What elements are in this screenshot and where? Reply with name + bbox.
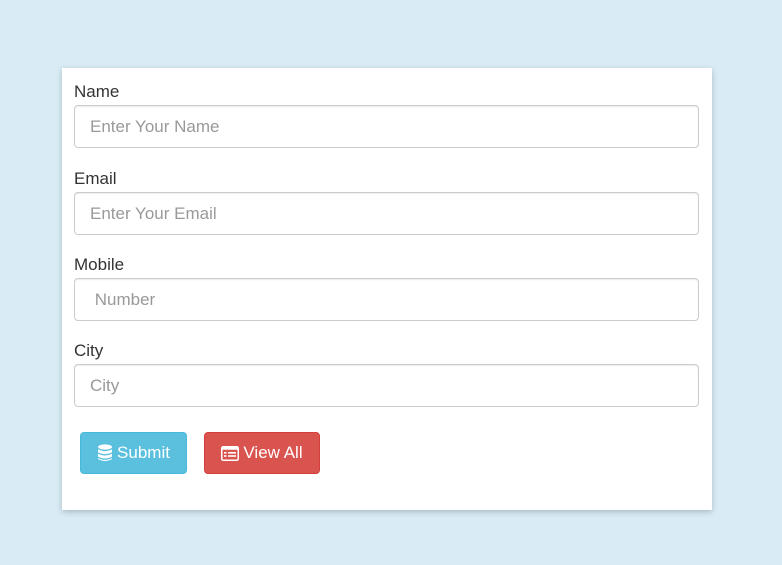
city-input[interactable]	[74, 364, 699, 407]
submit-button[interactable]: Submit	[80, 432, 187, 474]
mobile-label: Mobile	[74, 255, 125, 274]
email-field-group: Email	[74, 169, 699, 235]
view-all-button-label: View All	[243, 443, 303, 462]
view-all-button[interactable]: View All	[204, 432, 320, 474]
form-card: Name Email Mobile City Submit	[62, 68, 712, 510]
email-label: Email	[74, 169, 117, 188]
list-icon	[221, 445, 240, 461]
name-input[interactable]	[74, 105, 699, 148]
email-input[interactable]	[74, 192, 699, 235]
mobile-input[interactable]	[74, 278, 699, 321]
city-field-group: City	[74, 341, 699, 407]
mobile-field-group: Mobile	[74, 255, 699, 321]
database-icon	[97, 444, 113, 462]
city-label: City	[74, 341, 104, 360]
name-field-group: Name	[74, 82, 699, 148]
submit-button-label: Submit	[117, 443, 170, 462]
name-label: Name	[74, 82, 120, 101]
